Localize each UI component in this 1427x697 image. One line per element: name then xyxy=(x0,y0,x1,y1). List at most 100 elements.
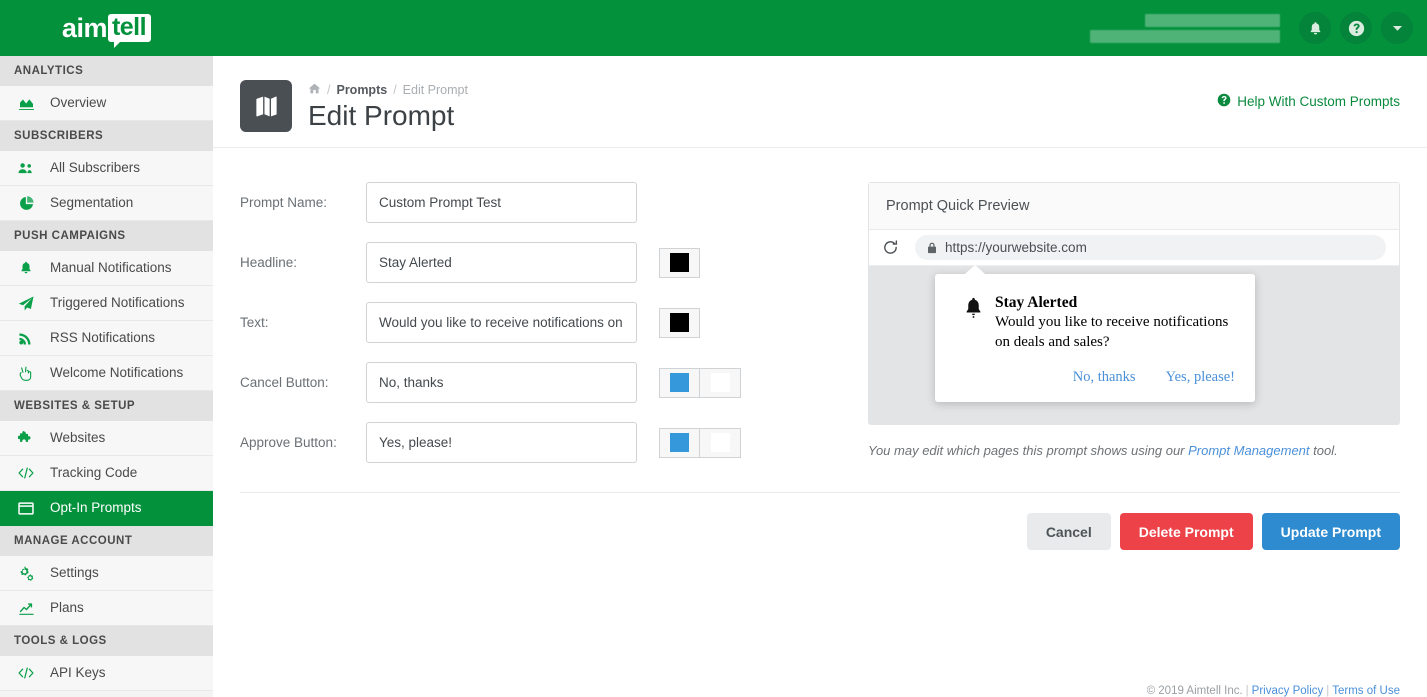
logo-text-aim: aim xyxy=(61,13,108,43)
sidebar-item-settings[interactable]: Settings xyxy=(0,556,213,591)
sidebar-item-rss-notifications[interactable]: RSS Notifications xyxy=(0,321,213,356)
users-icon xyxy=(14,160,38,176)
sidebar-item-all-subscribers[interactable]: All Subscribers xyxy=(0,151,213,186)
page-header: / Prompts / Edit Prompt Edit Prompt Help… xyxy=(213,56,1427,148)
preview-note: You may edit which pages this prompt sho… xyxy=(868,442,1400,460)
account-dropdown-button[interactable] xyxy=(1381,12,1413,44)
breadcrumb-item-prompts[interactable]: Prompts xyxy=(336,83,387,97)
color-swatch-button[interactable] xyxy=(659,247,700,278)
prompt-name-input[interactable] xyxy=(366,182,637,223)
footer: © 2019 Aimtell Inc. | Privacy Policy | Terms… xyxy=(1147,685,1400,697)
lock-icon xyxy=(927,242,937,254)
preview-popup-text: Would you like to receive notifications … xyxy=(995,314,1229,350)
code-icon xyxy=(14,665,38,681)
preview-url-field[interactable]: https://yourwebsite.com xyxy=(915,235,1386,260)
code-icon xyxy=(14,465,38,481)
privacy-policy-link[interactable]: Privacy Policy xyxy=(1252,685,1324,697)
content-body: Prompt Name: Headline: Text: Cancel Button:… xyxy=(213,148,1427,482)
logo-speech-bubble: tell xyxy=(107,14,152,48)
cancel-button-input[interactable] xyxy=(366,362,637,403)
field-label: Prompt Name: xyxy=(240,195,328,210)
preview-popup-cancel-button[interactable]: No, thanks xyxy=(1073,369,1136,386)
account-info-redacted xyxy=(1090,13,1280,43)
field-label: Cancel Button: xyxy=(240,375,329,390)
text-input[interactable] xyxy=(366,302,637,343)
page-title: Edit Prompt xyxy=(308,100,455,131)
color-chip xyxy=(670,253,689,272)
color-swatches xyxy=(659,247,700,278)
color-swatch-button[interactable] xyxy=(700,427,741,458)
preview-browser-bar: https://yourwebsite.com xyxy=(869,230,1399,266)
delete-prompt-button[interactable]: Delete Prompt xyxy=(1119,513,1253,550)
terms-of-use-link[interactable]: Terms of Use xyxy=(1332,685,1400,697)
sidebar-item-api-keys[interactable]: API Keys xyxy=(0,656,213,691)
area-chart-icon xyxy=(14,95,38,111)
sidebar-item-plans[interactable]: Plans xyxy=(0,591,213,626)
sidebar-section-header: TOOLS & LOGS xyxy=(0,626,213,656)
question-circle-icon xyxy=(1217,93,1231,110)
section-divider xyxy=(240,492,1400,493)
home-icon[interactable] xyxy=(308,82,321,98)
notifications-button[interactable] xyxy=(1299,12,1331,44)
puzzle-piece-icon xyxy=(14,430,38,446)
sidebar-item-label: Triggered Notifications xyxy=(50,295,185,311)
main-area: / Prompts / Edit Prompt Edit Prompt Help… xyxy=(213,0,1427,697)
topbar xyxy=(213,0,1427,56)
prompt-management-link[interactable]: Prompt Management xyxy=(1188,443,1309,458)
help-with-custom-prompts-link[interactable]: Help With Custom Prompts xyxy=(1217,93,1400,110)
pie-chart-icon xyxy=(14,195,38,211)
breadcrumb-separator-1: / xyxy=(327,83,331,97)
preview-popup-approve-button[interactable]: Yes, please! xyxy=(1166,369,1235,386)
cogs-icon xyxy=(14,565,38,581)
sidebar-item-segmentation[interactable]: Segmentation xyxy=(0,186,213,221)
preview-note-prefix: You may edit which pages this prompt sho… xyxy=(868,443,1189,458)
sidebar-item-label: Overview xyxy=(50,95,107,111)
rss-icon xyxy=(14,330,38,346)
reload-icon[interactable] xyxy=(882,239,899,256)
color-swatch-button[interactable] xyxy=(659,307,700,338)
color-swatches xyxy=(659,307,700,338)
sidebar-item-label: Websites xyxy=(50,430,106,446)
color-swatch-button[interactable] xyxy=(659,427,700,458)
account-url-redacted xyxy=(1090,29,1280,43)
preview-card: Prompt Quick Preview https://yourwebsite… xyxy=(868,182,1400,425)
preview-panel: Prompt Quick Preview https://yourwebsite… xyxy=(868,182,1400,482)
sidebar-item-label: Tracking Code xyxy=(50,465,138,481)
hand-peace-icon xyxy=(14,365,38,381)
sidebar-item-overview[interactable]: Overview xyxy=(0,86,213,121)
footer-sep-1: | xyxy=(1245,685,1249,697)
sidebar-section-header: PUSH CAMPAIGNS xyxy=(0,221,213,251)
preview-title: Prompt Quick Preview xyxy=(869,183,1399,230)
sidebar-item-label: All Subscribers xyxy=(50,160,141,176)
color-chip xyxy=(670,313,689,332)
cancel-button[interactable]: Cancel xyxy=(1026,513,1111,550)
help-button[interactable] xyxy=(1340,12,1372,44)
paper-plane-icon xyxy=(14,295,38,311)
headline-input[interactable] xyxy=(366,242,637,283)
field-label: Text: xyxy=(240,315,269,330)
sidebar-item-manual-notifications[interactable]: Manual Notifications xyxy=(0,251,213,286)
sidebar-item-opt-in-prompts[interactable]: Opt-In Prompts xyxy=(0,491,213,526)
color-swatch-button[interactable] xyxy=(659,367,700,398)
prompt-form: Prompt Name: Headline: Text: Cancel Button:… xyxy=(240,182,840,482)
sidebar-item-label: RSS Notifications xyxy=(50,330,156,346)
sidebar-section-header: SUBSCRIBERS xyxy=(0,121,213,151)
sidebar-item-websites[interactable]: Websites xyxy=(0,421,213,456)
color-chip xyxy=(710,373,730,392)
logo[interactable]: aim tell xyxy=(0,0,213,56)
sidebar-item-tracking-code[interactable]: Tracking Code xyxy=(0,456,213,491)
form-row: Prompt Name: xyxy=(240,182,840,223)
update-prompt-button[interactable]: Update Prompt xyxy=(1261,513,1400,550)
sidebar-item-label: Manual Notifications xyxy=(50,260,172,276)
sidebar-item-welcome-notifications[interactable]: Welcome Notifications xyxy=(0,356,213,391)
approve-button-input[interactable] xyxy=(366,422,637,463)
preview-note-suffix: tool. xyxy=(1309,443,1338,458)
color-swatch-button[interactable] xyxy=(700,367,741,398)
help-link-label: Help With Custom Prompts xyxy=(1237,94,1400,109)
sidebar-item-triggered-notifications[interactable]: Triggered Notifications xyxy=(0,286,213,321)
form-row: Approve Button: xyxy=(240,422,840,463)
color-chip xyxy=(670,373,689,392)
sidebar-section-header: MANAGE ACCOUNT xyxy=(0,526,213,556)
form-action-bar: Cancel Delete Prompt Update Prompt xyxy=(1026,513,1400,550)
preview-popup-headline: Stay Alerted xyxy=(995,294,1078,311)
